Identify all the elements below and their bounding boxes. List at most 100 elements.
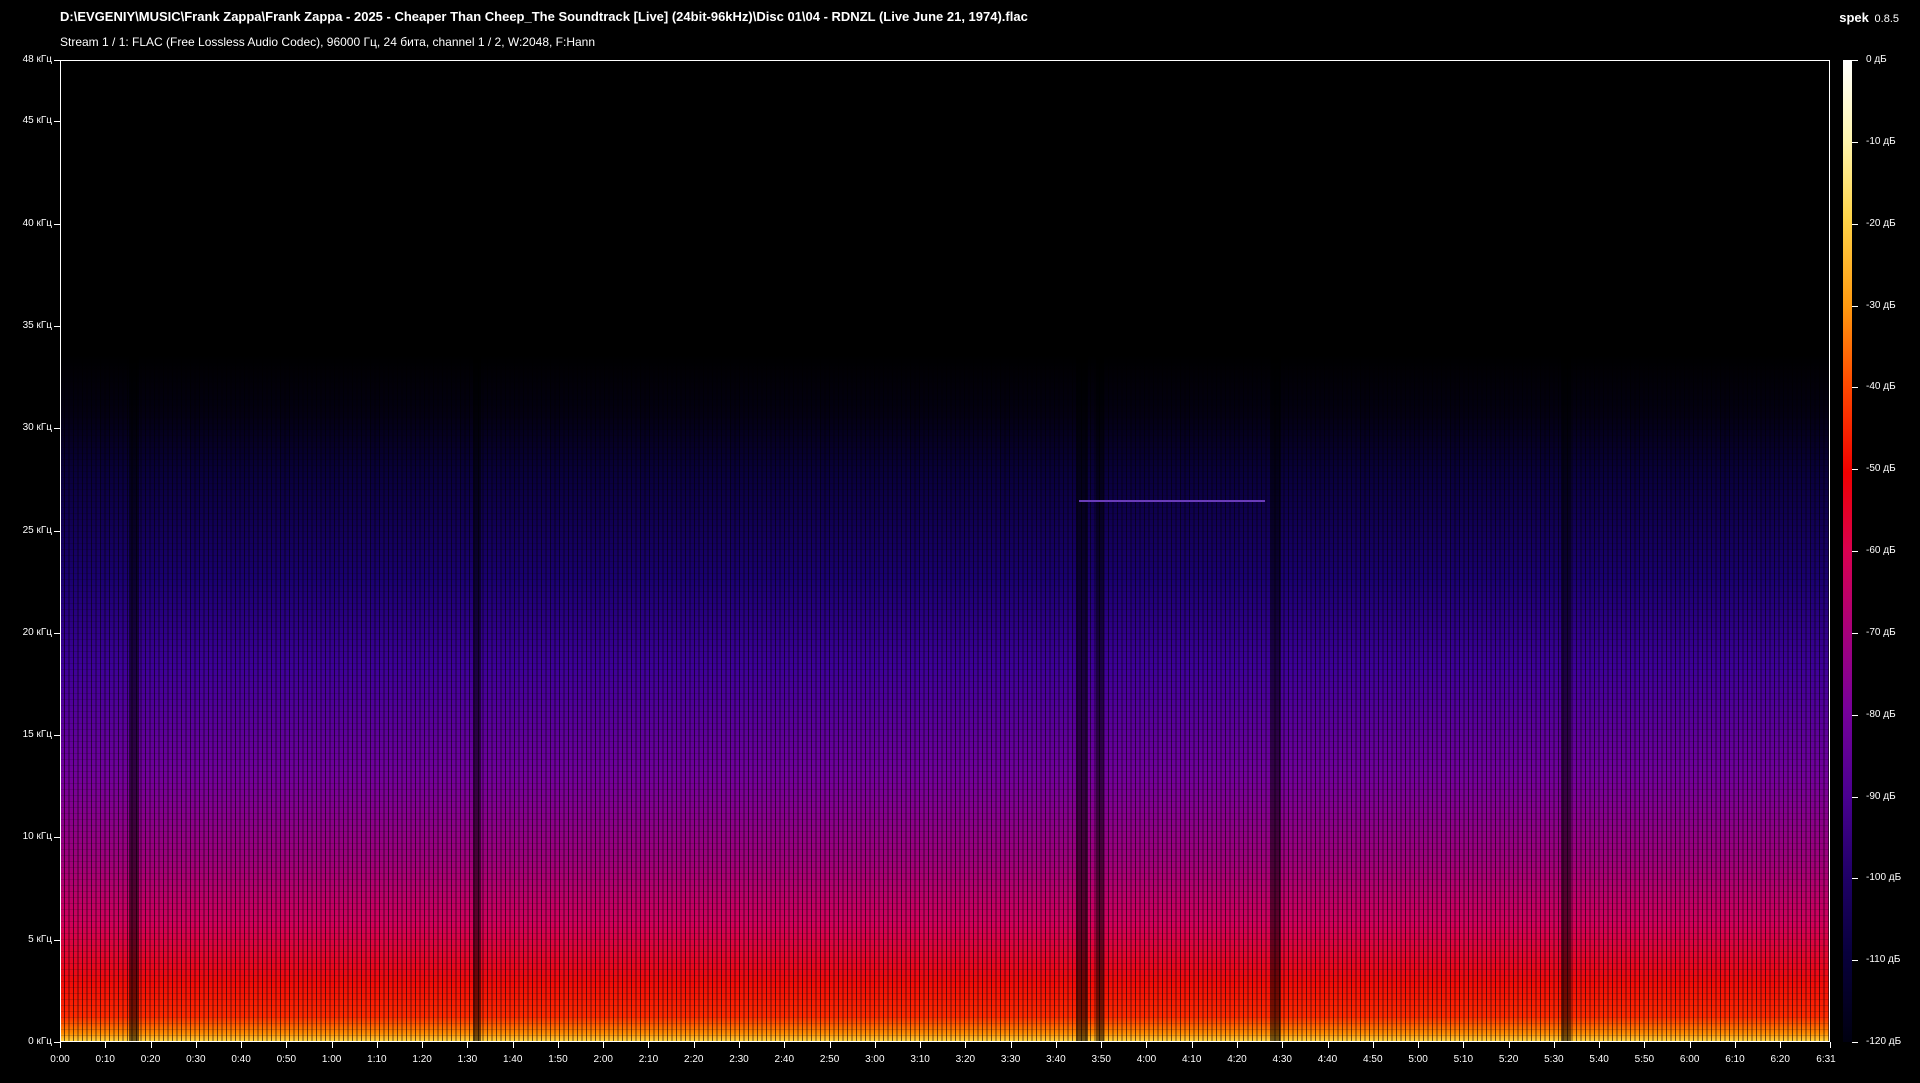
time-tick-mark (422, 1042, 423, 1048)
spectrogram-plot[interactable] (60, 60, 1830, 1042)
time-tick-mark (784, 1042, 785, 1048)
time-tick-label: 0:30 (186, 1054, 206, 1065)
time-tick-mark (1599, 1042, 1600, 1048)
frequency-tick-label: 15 кГц (22, 729, 52, 741)
time-tick-mark (467, 1042, 468, 1048)
time-tick-label: 4:20 (1227, 1054, 1247, 1065)
time-tick-mark (603, 1042, 604, 1048)
spectrogram-tone-line (1079, 500, 1265, 502)
time-tick-label: 2:10 (638, 1054, 659, 1065)
time-tick-label: 3:20 (955, 1054, 976, 1065)
db-tick-mark (1852, 633, 1858, 634)
time-tick-mark (60, 1042, 61, 1048)
time-tick-label: 1:40 (502, 1054, 523, 1065)
time-tick-label: 3:40 (1046, 1054, 1066, 1065)
time-tick-label: 4:40 (1317, 1054, 1338, 1065)
app-name: spek (1839, 10, 1869, 25)
db-tick-label: -10 дБ (1866, 135, 1896, 147)
spectrogram-gap (129, 61, 139, 1041)
time-tick-label: 5:20 (1498, 1054, 1519, 1065)
db-tick-label: -20 дБ (1866, 217, 1896, 229)
time-tick-mark (1418, 1042, 1419, 1048)
frequency-tick-mark (54, 326, 60, 327)
frequency-tick-label: 35 кГц (22, 319, 52, 331)
db-tick-mark (1852, 224, 1858, 225)
time-tick-mark (1690, 1042, 1691, 1048)
time-tick-label: 2:20 (684, 1054, 704, 1065)
time-tick-label: 5:00 (1408, 1054, 1428, 1065)
db-tick-mark (1852, 1042, 1858, 1043)
db-tick-mark (1852, 715, 1858, 716)
frequency-tick-label: 20 кГц (22, 626, 52, 638)
db-tick-label: -70 дБ (1866, 626, 1896, 638)
time-tick-mark (332, 1042, 333, 1048)
time-tick-label: 2:40 (774, 1054, 795, 1065)
frequency-tick-mark (54, 428, 60, 429)
time-tick-label: 6:10 (1725, 1054, 1745, 1065)
time-tick-mark (1328, 1042, 1329, 1048)
frequency-tick-mark (54, 531, 60, 532)
time-tick-mark (1056, 1042, 1057, 1048)
time-tick-mark (105, 1042, 106, 1048)
time-tick-label: 2:50 (819, 1054, 840, 1065)
db-tick-mark (1852, 469, 1858, 470)
time-tick-label: 5:50 (1634, 1054, 1655, 1065)
time-tick-label: 2:00 (593, 1054, 613, 1065)
frequency-tick-label: 0 кГц (28, 1036, 52, 1047)
time-tick-mark (1192, 1042, 1193, 1048)
db-tick-mark (1852, 797, 1858, 798)
spectrogram-gap (1096, 61, 1104, 1041)
time-tick-mark (1282, 1042, 1283, 1048)
frequency-tick-mark (54, 837, 60, 838)
frequency-tick-label: 25 кГц (22, 524, 52, 536)
db-tick-label: -40 дБ (1866, 381, 1896, 393)
time-tick-mark (648, 1042, 649, 1048)
stream-info: Stream 1 / 1: FLAC (Free Lossless Audio … (60, 35, 596, 49)
db-tick-label: 0 дБ (1866, 54, 1887, 65)
time-tick-mark (196, 1042, 197, 1048)
time-tick-mark (1780, 1042, 1781, 1048)
frequency-tick-mark (54, 121, 60, 122)
time-tick-label: 0:50 (276, 1054, 297, 1065)
time-tick-label: 5:40 (1589, 1054, 1609, 1065)
spectrogram-gap (1076, 61, 1088, 1041)
time-tick-label: 1:00 (321, 1054, 342, 1065)
time-tick-label: 1:50 (548, 1054, 568, 1065)
time-tick-label: 4:00 (1136, 1054, 1157, 1065)
time-tick-label: 3:00 (865, 1054, 885, 1065)
time-tick-mark (965, 1042, 966, 1048)
time-tick-mark (1509, 1042, 1510, 1048)
time-tick-mark (1463, 1042, 1464, 1048)
time-tick-mark (1237, 1042, 1238, 1048)
time-tick-label: 0:20 (140, 1054, 161, 1065)
frequency-tick-mark (54, 940, 60, 941)
time-tick-mark (377, 1042, 378, 1048)
db-tick-label: -120 дБ (1866, 1036, 1902, 1047)
time-tick-mark (286, 1042, 287, 1048)
time-tick-label: 0:40 (231, 1054, 251, 1065)
time-tick-mark (739, 1042, 740, 1048)
time-tick-mark (151, 1042, 152, 1048)
frequency-tick-label: 40 кГц (22, 217, 52, 229)
time-tick-mark (1101, 1042, 1102, 1048)
time-tick-mark (1735, 1042, 1736, 1048)
time-tick-mark (1373, 1042, 1374, 1048)
db-tick-label: -80 дБ (1866, 708, 1896, 720)
db-tick-label: -100 дБ (1866, 872, 1902, 884)
db-tick-label: -110 дБ (1866, 954, 1901, 966)
spectrogram-gap (1561, 61, 1571, 1041)
time-tick-label: 3:10 (910, 1054, 930, 1065)
frequency-tick-mark (54, 735, 60, 736)
time-tick-label: 4:30 (1272, 1054, 1292, 1065)
time-tick-label: 6:00 (1679, 1054, 1700, 1065)
time-tick-label: 1:10 (367, 1054, 387, 1065)
time-tick-label: 3:50 (1091, 1054, 1111, 1065)
db-color-scale (1843, 60, 1852, 1042)
time-tick-mark (875, 1042, 876, 1048)
frequency-tick-mark (54, 633, 60, 634)
db-tick-label: -90 дБ (1866, 790, 1896, 802)
time-tick-mark (694, 1042, 695, 1048)
frequency-tick-mark (54, 224, 60, 225)
time-tick-label: 0:00 (50, 1054, 70, 1065)
frequency-tick-label: 48 кГц (22, 54, 52, 65)
